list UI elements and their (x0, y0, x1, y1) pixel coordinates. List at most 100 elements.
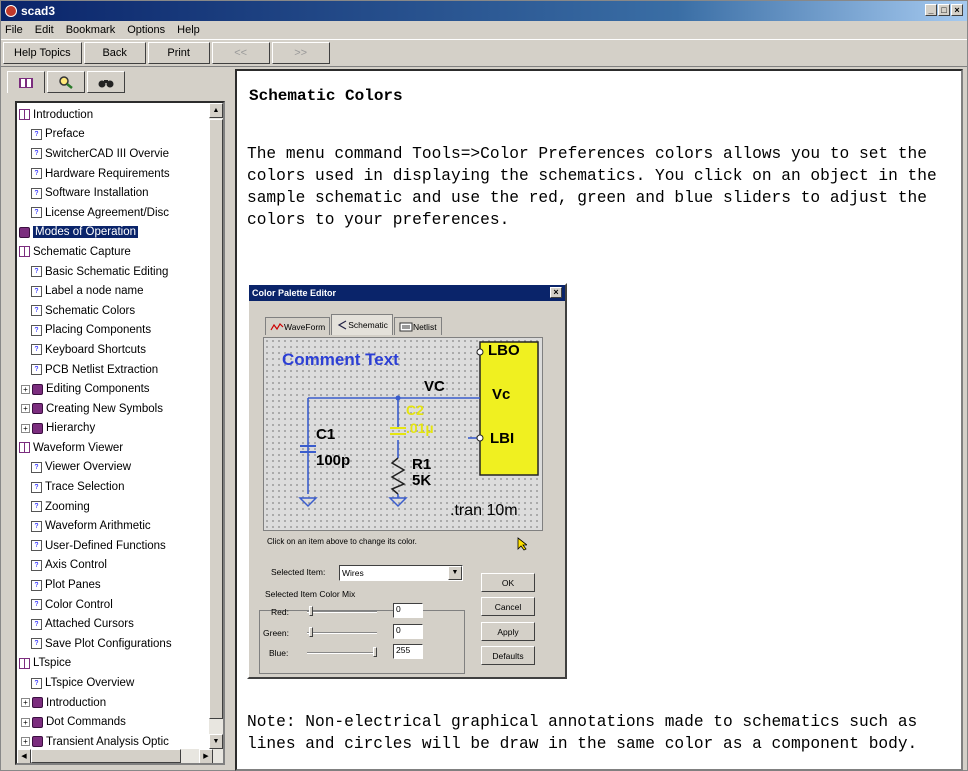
help-page-icon: ? (31, 461, 42, 473)
print-button[interactable]: Print (147, 42, 210, 64)
tree-item-label: License Agreement/Disc (45, 206, 170, 219)
tree-item-label: Color Control (45, 598, 113, 611)
blue-slider-knob (373, 647, 377, 657)
tree-item[interactable]: ? Color Control (17, 595, 213, 615)
tree-item[interactable]: Schematic Capture (17, 242, 213, 262)
close-button[interactable]: × (951, 4, 963, 16)
tree-item[interactable]: ? Keyboard Shortcuts (17, 340, 213, 360)
help-page-icon: ? (31, 599, 42, 611)
scroll-up-arrow[interactable]: ▲ (209, 103, 223, 118)
help-topics-button[interactable]: Help Topics (3, 42, 82, 64)
tree-item-label: Schematic Colors (45, 304, 136, 317)
menu-bookmark[interactable]: Bookmark (66, 24, 116, 36)
contents-tree[interactable]: Introduction? Preface? SwitcherCAD III Ove… (15, 101, 225, 765)
find-tab[interactable] (87, 71, 125, 93)
tree-item[interactable]: LTspice (17, 654, 213, 674)
tree-item[interactable]: ? Attached Cursors (17, 614, 213, 634)
tree-item[interactable]: ? LTspice Overview (17, 673, 213, 693)
expand-icon[interactable]: + (21, 384, 30, 394)
tree-item-label: Basic Schematic Editing (45, 265, 169, 278)
tree-item[interactable]: ? Axis Control (17, 556, 213, 576)
tree-item[interactable]: ? Schematic Colors (17, 301, 213, 321)
tree-item[interactable]: ? Waveform Arithmetic (17, 516, 213, 536)
title-bar: scad3 _ □ × (1, 1, 967, 21)
help-page-icon: ? (31, 324, 42, 336)
tab-waveform-label: WaveForm (284, 321, 326, 332)
open-book-icon (19, 442, 30, 454)
scroll-left-arrow[interactable]: ◀ (17, 749, 31, 763)
tree-item[interactable]: ? Zooming (17, 497, 213, 517)
tree-item[interactable]: + Editing Components (17, 379, 213, 399)
tree-item-label: Label a node name (45, 285, 144, 298)
color-mix-group (259, 610, 465, 674)
menu-help[interactable]: Help (177, 24, 200, 36)
window-title: scad3 (21, 4, 56, 18)
expand-icon[interactable]: + (21, 717, 30, 727)
sample-schematic: Comment Text VC C1 100p C2 .01µ R1 5K LB… (263, 337, 543, 531)
tree-item-label: User-Defined Functions (45, 539, 166, 552)
scroll-down-arrow[interactable]: ▼ (209, 734, 223, 749)
tab-schematic: Schematic (331, 314, 393, 335)
index-tab[interactable] (47, 71, 85, 93)
prev-button[interactable]: << (211, 42, 270, 64)
tree-horizontal-scrollbar[interactable]: ◀ ▶ (17, 749, 213, 763)
expand-icon[interactable]: + (21, 404, 30, 414)
tree-item[interactable]: ? Basic Schematic Editing (17, 262, 213, 282)
contents-tab[interactable] (7, 71, 45, 93)
vc-pin-label: Vc (492, 386, 511, 403)
tree-item[interactable]: ? Trace Selection (17, 477, 213, 497)
expand-icon[interactable]: + (21, 698, 30, 708)
scroll-right-arrow[interactable]: ▶ (199, 749, 213, 763)
tree-item[interactable]: + Hierarchy (17, 419, 213, 439)
help-page-icon: ? (31, 540, 42, 552)
tree-item[interactable]: ? Save Plot Configurations (17, 634, 213, 654)
closed-book-icon (32, 716, 43, 728)
tree-item[interactable]: ? PCB Netlist Extraction (17, 360, 213, 380)
tree-item[interactable]: ? SwitcherCAD III Overvie (17, 144, 213, 164)
minimize-button[interactable]: _ (925, 4, 937, 16)
maximize-button[interactable]: □ (938, 4, 950, 16)
help-page-icon: ? (31, 285, 42, 297)
tree-item[interactable]: ? Label a node name (17, 281, 213, 301)
back-button[interactable]: Back (83, 42, 146, 64)
menu-file[interactable]: File (5, 24, 23, 36)
tree-item-label: Hardware Requirements (45, 167, 170, 180)
expand-icon[interactable]: + (21, 423, 30, 433)
tree-item[interactable]: ? User-Defined Functions (17, 536, 213, 556)
closed-book-icon (32, 383, 43, 395)
tree-item-label: SwitcherCAD III Overvie (45, 147, 169, 160)
tree-item[interactable]: + Creating New Symbols (17, 399, 213, 419)
comment-text-label: Comment Text (282, 350, 399, 369)
expand-icon[interactable]: + (21, 737, 30, 747)
tree-item[interactable]: ? Viewer Overview (17, 458, 213, 478)
tree-item-label: LTspice (33, 657, 72, 670)
tree-vertical-scrollbar[interactable]: ▲ ▼ (209, 103, 223, 763)
help-page-icon: ? (31, 128, 42, 140)
scroll-thumb[interactable] (209, 119, 223, 719)
tab-netlist: Netlist (393, 317, 442, 335)
vc-label: VC (424, 378, 445, 395)
tree-item[interactable]: ? Software Installation (17, 183, 213, 203)
tree-item[interactable]: + Introduction (17, 693, 213, 713)
next-button[interactable]: >> (271, 42, 330, 64)
tree-item[interactable]: ? License Agreement/Disc (17, 203, 213, 223)
topic-content: Schematic Colors The menu command Tools=… (235, 69, 963, 771)
tree-item[interactable]: Waveform Viewer (17, 438, 213, 458)
cancel-button: Cancel (481, 597, 535, 616)
menu-edit[interactable]: Edit (35, 24, 54, 36)
closed-book-icon (19, 226, 30, 238)
tree-item[interactable]: ? Hardware Requirements (17, 164, 213, 184)
tree-item[interactable]: Introduction (17, 105, 213, 125)
tree-item[interactable]: + Dot Commands (17, 712, 213, 732)
defaults-button: Defaults (481, 646, 535, 665)
menu-options[interactable]: Options (127, 24, 165, 36)
tree-item[interactable]: ? Preface (17, 125, 213, 145)
tree-item[interactable]: Modes of Operation (17, 223, 213, 243)
red-label: Red: (271, 607, 289, 617)
hscroll-thumb[interactable] (31, 749, 181, 763)
tree-item[interactable]: ? Placing Components (17, 321, 213, 341)
help-page-icon: ? (31, 207, 42, 219)
tree-item-label: Creating New Symbols (46, 402, 163, 415)
tree-item[interactable]: ? Plot Panes (17, 575, 213, 595)
ground-2 (388, 497, 408, 508)
